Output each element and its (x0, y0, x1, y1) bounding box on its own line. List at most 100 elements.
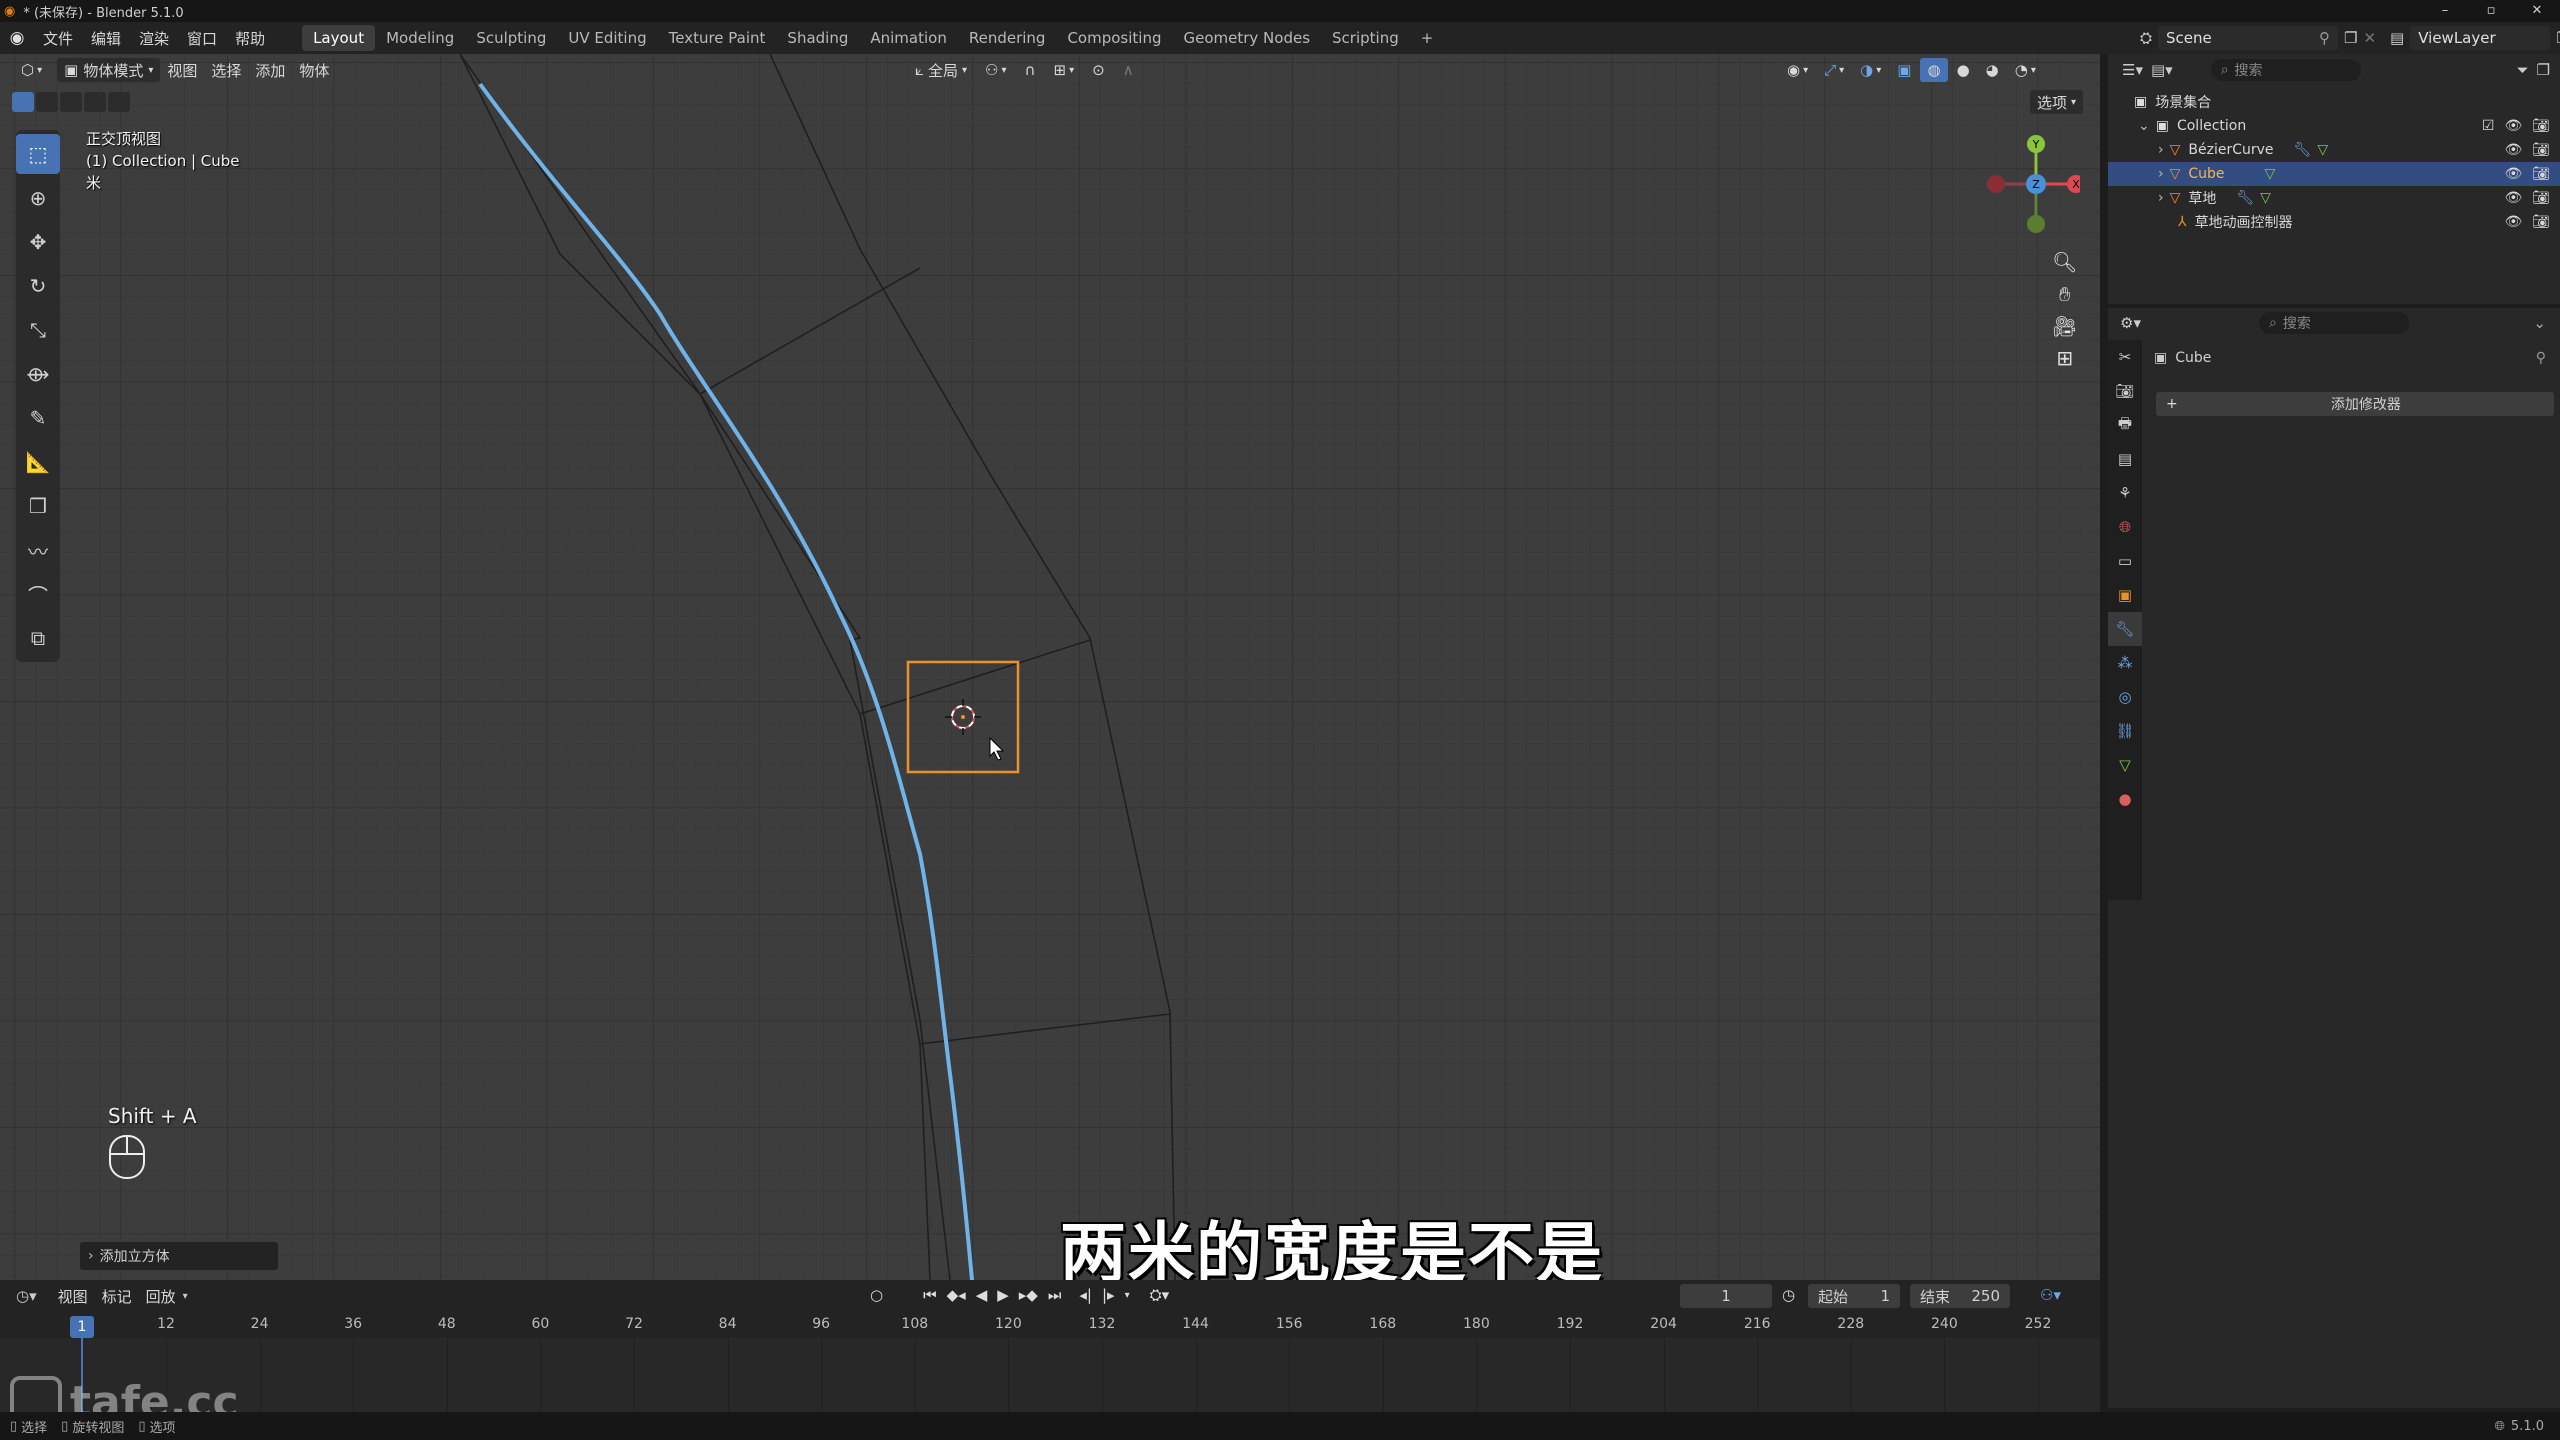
collapse-chevron-icon[interactable]: ⌄ (2138, 118, 2150, 134)
next-keyframe-icon[interactable]: ▸◆ (1019, 1286, 1038, 1304)
current-frame-field[interactable]: 1 (1680, 1284, 1772, 1308)
new-collection-icon[interactable]: ❐ (2537, 61, 2550, 79)
next-frame-icon[interactable]: |▸ (1102, 1286, 1115, 1304)
timeline-menu-marker[interactable]: 标记 (95, 1284, 139, 1308)
maximize-button[interactable]: ▫ (2468, 0, 2514, 22)
scene-icon[interactable]: ⛭ (2140, 29, 2152, 47)
editor-type-dropdown[interactable]: ⬡ ▾ (14, 58, 49, 82)
end-frame-field[interactable]: 结束 250 (1910, 1284, 2010, 1308)
tool-select-box[interactable]: ⬚ (16, 134, 60, 174)
tool-scale[interactable]: ⤡ (16, 310, 60, 350)
render-camera-icon[interactable]: 📷︎ (2532, 118, 2550, 134)
3d-viewport[interactable] (0, 54, 2100, 1280)
render-camera-icon[interactable]: 📷︎ (2532, 214, 2550, 230)
snap-dropdown[interactable]: ⊞ ▾ (1047, 58, 1082, 82)
tool-cursor[interactable]: ⊕ (16, 178, 60, 218)
sync-icon[interactable]: ⛭▾ (1150, 1286, 1170, 1304)
tab-modifiers[interactable]: 🔧︎ (2108, 612, 2142, 646)
menu-view[interactable]: 视图 (160, 58, 204, 82)
select-extend-icon[interactable] (36, 92, 58, 112)
outliner-search[interactable]: ⌕ 搜索 (2210, 59, 2361, 81)
gizmo-neg-x-axis[interactable] (1987, 175, 2005, 193)
timeline-view-icon[interactable]: ⚇▾ (2040, 1286, 2061, 1304)
tab-geometry-nodes[interactable]: Geometry Nodes (1172, 25, 1321, 51)
jump-end-icon[interactable]: ⏭ (1048, 1286, 1062, 1304)
navigation-gizmo[interactable]: Y X Z (1980, 132, 2080, 242)
scene-selector[interactable]: Scene ⚲ (2158, 26, 2339, 50)
select-subtract-icon[interactable] (60, 92, 82, 112)
properties-search[interactable]: ⌕ 搜索 (2258, 312, 2409, 334)
add-modifier-button[interactable]: + 添加修改器 (2156, 392, 2554, 416)
shading-solid[interactable]: ● (1950, 58, 1977, 82)
zoom-icon[interactable]: 🔍︎ (2052, 250, 2077, 274)
start-frame-field[interactable]: 起始 1 (1808, 1284, 1900, 1308)
minimize-button[interactable]: – (2422, 0, 2468, 22)
menu-help[interactable]: 帮助 (226, 28, 274, 49)
tab-tool[interactable]: ✂ (2108, 340, 2142, 374)
tab-rendering[interactable]: Rendering (958, 25, 1057, 51)
tool-curve-pen[interactable]: ⌒ (16, 574, 60, 614)
timeline-menu-playback[interactable]: 回放 (139, 1284, 183, 1308)
proportional-edit-toggle[interactable]: ⊙ (1085, 58, 1112, 82)
pivot-point-dropdown[interactable]: ⚇ ▾ (978, 58, 1013, 82)
prev-keyframe-icon[interactable]: ◆◂ (947, 1286, 966, 1304)
playhead-marker[interactable]: 1 (70, 1316, 94, 1338)
timeline-menu-view[interactable]: 视图 (51, 1284, 95, 1308)
new-scene-icon[interactable]: ❐ (2344, 29, 2357, 47)
tab-object[interactable]: ▣ (2108, 578, 2142, 612)
snap-toggle[interactable]: ∩ (1018, 58, 1043, 82)
tab-modeling[interactable]: Modeling (375, 25, 465, 51)
pin-icon[interactable]: ⚲ (2319, 29, 2330, 47)
tab-layout[interactable]: Layout (302, 25, 376, 51)
chevron-down-icon[interactable]: ▾ (1125, 1290, 1130, 1301)
tab-uv-editing[interactable]: UV Editing (557, 25, 657, 51)
visibility-eye-icon[interactable]: 👁︎ (2504, 118, 2522, 134)
visibility-dropdown[interactable]: ◉ ▾ (1780, 58, 1815, 82)
render-camera-icon[interactable]: 📷︎ (2532, 190, 2550, 206)
prev-frame-icon[interactable]: ◂| (1079, 1286, 1092, 1304)
pin-icon[interactable]: ⚲ (2536, 350, 2546, 366)
pan-hand-icon[interactable]: ✋︎ (2059, 282, 2070, 306)
shading-material[interactable]: ◕ (1979, 58, 2006, 82)
outliner-row-grass[interactable]: › ▽ 草地 🔧︎ ▽ 👁︎ 📷︎ (2108, 186, 2560, 210)
tab-view-layer[interactable]: ▤ (2108, 442, 2142, 476)
tab-data[interactable]: ▽ (2108, 748, 2142, 782)
new-view-layer-icon[interactable]: ❐ (2556, 29, 2560, 47)
timeline-editor-icon[interactable]: ◷▾ (16, 1287, 37, 1305)
overlay-toggle[interactable]: ◑ ▾ (1853, 58, 1888, 82)
xray-toggle[interactable]: ▣ (1890, 58, 1918, 82)
menu-file[interactable]: 文件 (34, 28, 82, 49)
render-camera-icon[interactable]: 📷︎ (2532, 142, 2550, 158)
blender-menu-icon[interactable]: ◉ (0, 28, 34, 48)
outliner-row-collection[interactable]: ⌄ ▣ Collection ☑ 👁︎ 📷︎ (2108, 114, 2560, 138)
timer-icon[interactable]: ◷ (1782, 1286, 1795, 1304)
tool-add-cube[interactable]: ❒ (16, 486, 60, 526)
add-workspace-button[interactable]: + (1410, 25, 1445, 51)
outliner-editor-icon[interactable]: ☰▾ (2122, 61, 2143, 79)
visibility-eye-icon[interactable]: 👁︎ (2504, 142, 2522, 158)
tool-move[interactable]: ✥ (16, 222, 60, 262)
render-camera-icon[interactable]: 📷︎ (2532, 166, 2550, 182)
tool-draw-curve[interactable]: 〰 (16, 530, 60, 570)
visibility-eye-icon[interactable]: 👁︎ (2504, 214, 2522, 230)
tool-annotate[interactable]: ✎ (16, 398, 60, 438)
tab-compositing[interactable]: Compositing (1056, 25, 1172, 51)
visibility-eye-icon[interactable]: 👁︎ (2504, 166, 2522, 182)
tab-scene[interactable]: ⚘ (2108, 476, 2142, 510)
tab-world[interactable]: 🌐︎ (2108, 510, 2142, 544)
menu-edit[interactable]: 编辑 (82, 28, 130, 49)
tab-collection[interactable]: ▭ (2108, 544, 2142, 578)
view-layer-icon[interactable]: ▤ (2390, 29, 2404, 47)
tab-material[interactable]: ● (2108, 782, 2142, 816)
timeline-ruler[interactable]: 1 12 24 36 48 60 72 84 96 108 120 132 144 156 168 180 1… (0, 1312, 2100, 1420)
expand-chevron-icon[interactable]: › (2158, 190, 2164, 206)
expand-chevron-icon[interactable]: › (2158, 166, 2164, 182)
jump-start-icon[interactable]: ⏮ (923, 1286, 937, 1304)
select-intersect-icon[interactable] (108, 92, 130, 112)
tab-particles[interactable]: ⁂ (2108, 646, 2142, 680)
menu-add[interactable]: 添加 (248, 58, 292, 82)
tool-rotate[interactable]: ↻ (16, 266, 60, 306)
outliner-row-bezier[interactable]: › ▽ BézierCurve 🔧︎ ▽ 👁︎ 📷︎ (2108, 138, 2560, 162)
tool-extrude[interactable]: ⧉ (16, 618, 60, 658)
tab-physics[interactable]: ◎ (2108, 680, 2142, 714)
